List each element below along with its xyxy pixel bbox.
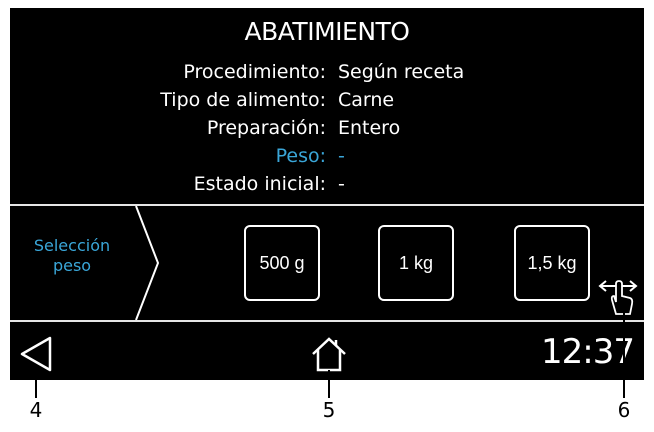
info-label: Estado inicial: — [193, 173, 326, 195]
info-label: Peso: — [275, 145, 326, 167]
callout-line-6 — [623, 312, 625, 398]
info-label: Procedimiento: — [183, 61, 326, 83]
info-value: Según receta — [338, 61, 465, 83]
info-value: - — [338, 145, 345, 167]
callout-number-6: 6 — [617, 398, 631, 422]
callout-number-5: 5 — [322, 398, 336, 422]
weight-option-500g[interactable]: 500 g — [244, 225, 320, 301]
clock: 12:37 — [541, 332, 635, 372]
chevron-right-icon — [135, 206, 160, 320]
callout-line-5 — [328, 370, 330, 398]
info-label: Tipo de alimento: — [160, 89, 326, 111]
info-row-tipo-alimento: Tipo de alimento: Carne — [10, 86, 644, 114]
info-value: Entero — [338, 117, 401, 139]
home-icon[interactable] — [309, 334, 349, 374]
info-row-procedimiento: Procedimiento: Según receta — [10, 58, 644, 86]
device-screen: ABATIMIENTO Procedimiento: Según receta … — [10, 8, 644, 380]
info-row-estado-inicial: Estado inicial: - — [10, 170, 644, 198]
info-panel: Procedimiento: Según receta Tipo de alim… — [10, 58, 644, 198]
info-row-peso: Peso: - — [10, 142, 644, 170]
callout-line-4 — [35, 370, 37, 398]
info-row-preparacion: Preparación: Entero — [10, 114, 644, 142]
screen-title: ABATIMIENTO — [244, 17, 410, 46]
info-value: - — [338, 173, 345, 195]
divider-bottom — [10, 320, 644, 322]
info-value: Carne — [338, 89, 395, 111]
weight-option-1-5kg[interactable]: 1,5 kg — [514, 225, 590, 301]
back-triangle-icon[interactable] — [18, 334, 58, 374]
swipe-hand-icon — [598, 280, 638, 315]
info-label: Preparación: — [206, 117, 326, 139]
weight-option-1kg[interactable]: 1 kg — [378, 225, 454, 301]
callout-number-4: 4 — [29, 398, 43, 422]
